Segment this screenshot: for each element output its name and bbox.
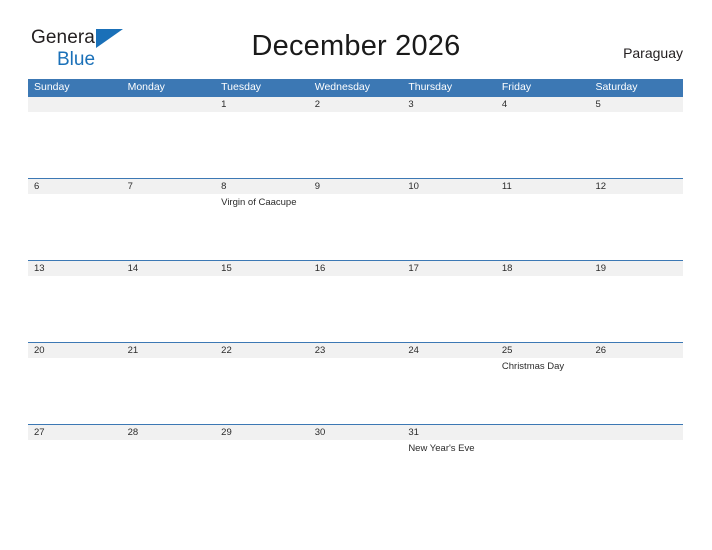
day-number[interactable]: 15 xyxy=(215,261,309,276)
day-number[interactable] xyxy=(122,97,216,112)
day-number[interactable]: 28 xyxy=(122,425,216,440)
day-event xyxy=(309,440,403,506)
weekday-thursday: Thursday xyxy=(408,81,453,93)
day-event xyxy=(28,194,122,260)
day-number[interactable]: 19 xyxy=(589,261,683,276)
day-number[interactable]: 22 xyxy=(215,343,309,358)
day-event xyxy=(589,276,683,342)
weekday-monday: Monday xyxy=(127,81,165,93)
weekday-sunday: Sunday xyxy=(34,81,70,93)
day-number[interactable]: 4 xyxy=(496,97,590,112)
day-number[interactable]: 12 xyxy=(589,179,683,194)
day-number[interactable]: 18 xyxy=(496,261,590,276)
week-date-band: 20 21 22 23 24 25 26 xyxy=(28,342,683,358)
weekday-tuesday: Tuesday xyxy=(221,81,262,93)
day-number[interactable]: 26 xyxy=(589,343,683,358)
day-event xyxy=(496,112,590,178)
week-row: 20 21 22 23 24 25 26 Christmas Day xyxy=(28,342,683,424)
day-event: New Year's Eve xyxy=(408,443,475,454)
day-event xyxy=(28,358,122,424)
day-event xyxy=(402,112,496,178)
day-event xyxy=(402,194,496,260)
day-event xyxy=(589,358,683,424)
day-event xyxy=(496,194,590,260)
day-number[interactable]: 29 xyxy=(215,425,309,440)
day-event xyxy=(402,358,496,424)
day-number[interactable]: 3 xyxy=(402,97,496,112)
day-event xyxy=(28,276,122,342)
day-event xyxy=(496,440,590,506)
week-row: 1 2 3 4 5 xyxy=(28,96,683,178)
day-number[interactable]: 6 xyxy=(28,179,122,194)
day-number[interactable]: 27 xyxy=(28,425,122,440)
week-row: 13 14 15 16 17 18 19 xyxy=(28,260,683,342)
day-number[interactable]: 17 xyxy=(402,261,496,276)
day-number[interactable]: 31 xyxy=(402,425,496,440)
calendar-grid: Sunday Monday Tuesday Wednesday Thursday… xyxy=(28,79,683,506)
day-event: Virgin of Caacupe xyxy=(221,197,297,208)
weekday-saturday: Saturday xyxy=(595,81,638,93)
day-event xyxy=(496,276,590,342)
week-date-band: 13 14 15 16 17 18 19 xyxy=(28,260,683,276)
weekday-friday: Friday xyxy=(501,81,532,93)
day-number[interactable]: 5 xyxy=(589,97,683,112)
day-event xyxy=(28,440,122,506)
day-number[interactable]: 30 xyxy=(309,425,403,440)
week-event-band xyxy=(28,276,683,342)
day-event xyxy=(28,112,122,178)
day-number[interactable] xyxy=(496,425,590,440)
day-event xyxy=(402,276,496,342)
day-event xyxy=(309,112,403,178)
day-number[interactable]: 2 xyxy=(309,97,403,112)
day-event xyxy=(215,276,309,342)
week-date-band: 6 7 8 9 10 11 12 xyxy=(28,178,683,194)
day-number[interactable]: 16 xyxy=(309,261,403,276)
day-number[interactable]: 1 xyxy=(215,97,309,112)
day-number[interactable] xyxy=(28,97,122,112)
day-number[interactable]: 23 xyxy=(309,343,403,358)
day-event xyxy=(122,276,216,342)
day-event xyxy=(122,112,216,178)
page-header: General Blue December 2026 Paraguay xyxy=(0,0,712,69)
day-number[interactable]: 24 xyxy=(402,343,496,358)
country-label: Paraguay xyxy=(623,45,683,61)
day-number[interactable]: 9 xyxy=(309,179,403,194)
day-number[interactable]: 20 xyxy=(28,343,122,358)
weekday-wednesday: Wednesday xyxy=(314,81,370,93)
day-number[interactable]: 13 xyxy=(28,261,122,276)
day-event xyxy=(589,440,683,506)
week-event-band: New Year's Eve xyxy=(28,440,683,506)
weekday-header-row: Sunday Monday Tuesday Wednesday Thursday… xyxy=(28,79,683,96)
page-title: December 2026 xyxy=(251,30,461,62)
week-event-band xyxy=(28,112,683,178)
day-event xyxy=(589,194,683,260)
day-event xyxy=(589,112,683,178)
day-event xyxy=(122,358,216,424)
week-event-band: Christmas Day xyxy=(28,358,683,424)
day-number[interactable] xyxy=(589,425,683,440)
day-number[interactable]: 11 xyxy=(496,179,590,194)
day-number[interactable]: 21 xyxy=(122,343,216,358)
day-event xyxy=(309,276,403,342)
day-number[interactable]: 7 xyxy=(122,179,216,194)
week-event-band: Virgin of Caacupe xyxy=(28,194,683,260)
week-date-band: 1 2 3 4 5 xyxy=(28,96,683,112)
day-event xyxy=(215,358,309,424)
week-date-band: 27 28 29 30 31 xyxy=(28,424,683,440)
day-event xyxy=(122,440,216,506)
day-event: Christmas Day xyxy=(501,361,565,372)
day-event xyxy=(215,112,309,178)
day-number[interactable]: 10 xyxy=(402,179,496,194)
week-row: 6 7 8 9 10 11 12 Virgin of Caacupe xyxy=(28,178,683,260)
day-event xyxy=(309,194,403,260)
day-event xyxy=(215,440,309,506)
day-number[interactable]: 25 xyxy=(496,343,590,358)
day-number[interactable]: 8 xyxy=(215,179,309,194)
week-row: 27 28 29 30 31 New Year's Eve xyxy=(28,424,683,506)
day-number[interactable]: 14 xyxy=(122,261,216,276)
day-event xyxy=(309,358,403,424)
day-event xyxy=(122,194,216,260)
